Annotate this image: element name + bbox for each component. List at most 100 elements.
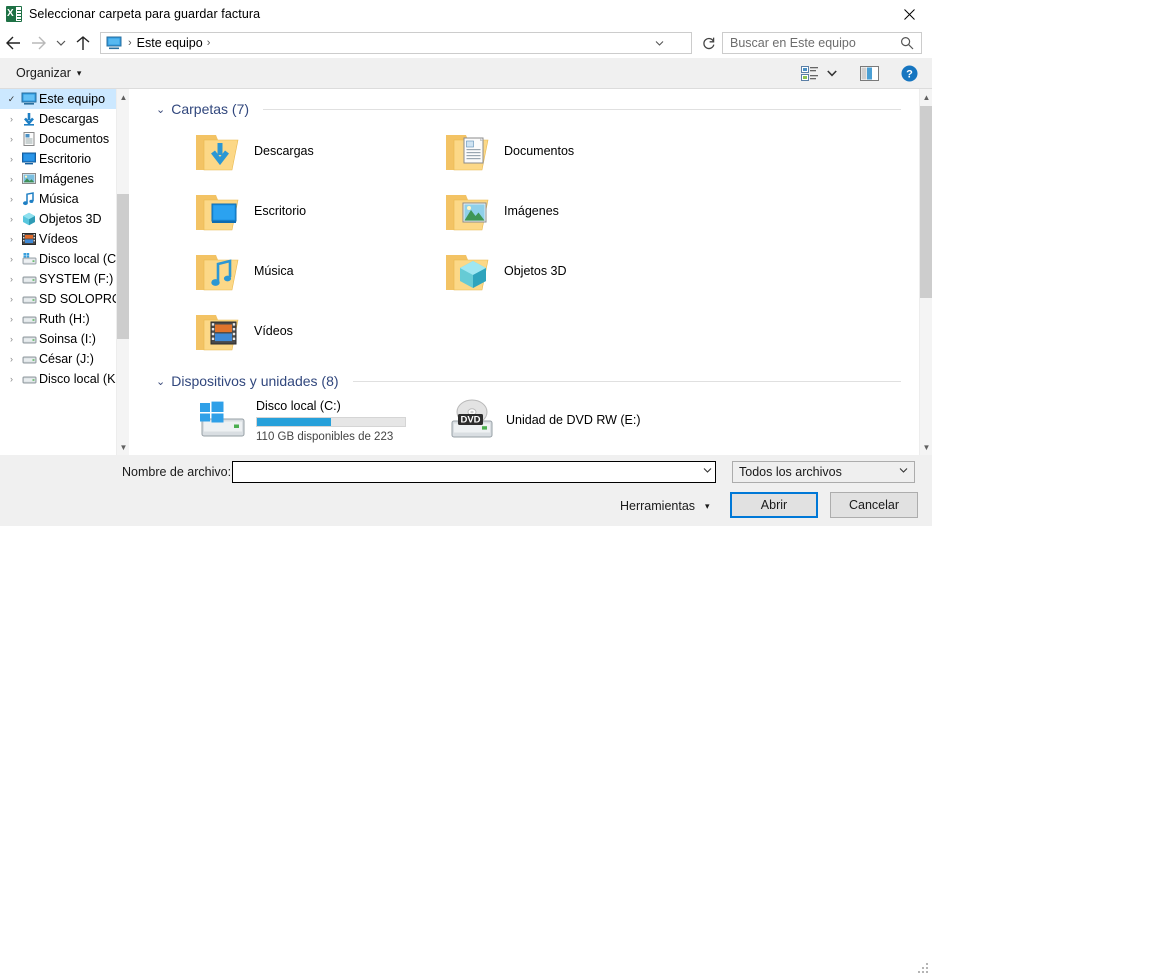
forward-button[interactable] (26, 30, 52, 56)
drive-icon (22, 316, 36, 324)
view-options-button[interactable] (796, 61, 822, 85)
sidebar-item-v-deos[interactable]: › Vídeos (0, 229, 129, 249)
videos-icon (22, 233, 36, 245)
sidebar-item-este-equipo[interactable]: ✓ Este equipo (0, 89, 129, 109)
chevron-right-icon[interactable]: › (4, 114, 19, 124)
drive-icon (22, 356, 36, 364)
folder-item[interactable]: Escritorio (194, 181, 444, 241)
filename-input[interactable] (232, 461, 716, 483)
sidebar-item-objetos-3d[interactable]: › Objetos 3D (0, 209, 129, 229)
drive-icon (22, 336, 36, 344)
dialog-footer: Nombre de archivo: Todos los archivos He… (0, 455, 932, 973)
refresh-button[interactable] (696, 30, 722, 56)
view-options-dropdown[interactable] (824, 61, 840, 85)
sidebar-item-c-sar-j[interactable]: › César (J:) (0, 349, 129, 369)
drive-item[interactable]: DVD Unidad de DVD RW (E:) (444, 393, 694, 455)
chevron-right-icon[interactable]: › (4, 134, 19, 144)
chevron-right-icon[interactable]: › (4, 334, 19, 344)
refresh-icon (703, 37, 715, 50)
folder-item[interactable]: Vídeos (194, 301, 444, 361)
chevron-down-icon (56, 40, 66, 46)
folder-item[interactable]: Música (194, 241, 444, 301)
chevron-right-icon[interactable]: › (4, 374, 19, 384)
chevron-right-icon[interactable]: › (4, 254, 19, 264)
open-label: Abrir (760, 498, 788, 512)
search-input[interactable]: Buscar en Este equipo (730, 36, 856, 50)
file-type-dropdown-button[interactable] (899, 466, 908, 476)
chevron-right-icon[interactable]: › (4, 354, 19, 364)
search-box[interactable]: Buscar en Este equipo (722, 32, 922, 54)
this-pc-icon (106, 36, 122, 50)
breadcrumb-separator-2[interactable]: › (203, 37, 216, 49)
window-title: Seleccionar carpeta para guardar factura (29, 7, 261, 21)
address-dropdown-button[interactable] (651, 33, 667, 53)
list-scrollbar-thumb[interactable] (920, 106, 932, 298)
list-scroll-down-button[interactable]: ▼ (920, 439, 932, 455)
filename-dropdown-button[interactable] (703, 466, 712, 476)
file-type-value: Todos los archivos (739, 465, 842, 479)
sidebar-item-ruth-h[interactable]: › Ruth (H:) (0, 309, 129, 329)
pictures-icon (19, 172, 39, 186)
tree-scroll-down-button[interactable]: ▼ (117, 439, 129, 455)
tree-scroll-up-button[interactable]: ▲ (117, 89, 129, 105)
sidebar-item-label: Descargas (39, 112, 99, 126)
close-button[interactable] (886, 0, 932, 28)
tree-scrollbar[interactable]: ▲ ▼ (116, 89, 129, 455)
chevron-right-icon[interactable]: › (4, 274, 19, 284)
group-header[interactable]: ⌄ Carpetas (7) (156, 101, 901, 117)
navigation-bar: › Este equipo › Buscar en Este equipo (0, 28, 932, 58)
list-scrollbar[interactable]: ▲ ▼ (919, 89, 932, 455)
file-dialog: Seleccionar carpeta para guardar factura (0, 0, 932, 973)
folder-music-icon (194, 248, 244, 294)
tree-scrollbar-thumb[interactable] (117, 194, 129, 339)
chevron-right-icon[interactable]: › (4, 234, 19, 244)
check-icon[interactable]: ✓ (4, 94, 19, 105)
folder-item[interactable]: Documentos (444, 121, 694, 181)
sidebar-item-sd-solopro-g[interactable]: ›SD SOLOPRO (G (0, 289, 129, 309)
drive-name: Unidad de DVD RW (E:) (506, 413, 641, 427)
chevron-down-icon[interactable]: ⌄ (156, 375, 165, 388)
sidebar-item-escritorio[interactable]: › Escritorio (0, 149, 129, 169)
sidebar-item-im-genes[interactable]: › Imágenes (0, 169, 129, 189)
chevron-right-icon[interactable]: › (4, 294, 19, 304)
chevron-right-icon[interactable]: › (4, 174, 19, 184)
folder-item[interactable]: Descargas (194, 121, 444, 181)
folder-3d-icon (446, 255, 489, 291)
sidebar-item-soinsa-i[interactable]: › Soinsa (I:) (0, 329, 129, 349)
preview-pane-button[interactable] (856, 61, 882, 85)
resize-grip[interactable] (918, 963, 930, 975)
organize-button[interactable]: Organizar ▾ (10, 63, 87, 83)
folder-name: Objetos 3D (504, 264, 567, 278)
sidebar-item-label: Disco local (C:) (39, 252, 124, 266)
chevron-down-icon[interactable]: ⌄ (156, 103, 165, 116)
up-button[interactable] (70, 30, 96, 56)
recent-locations-button[interactable] (52, 30, 70, 56)
chevron-right-icon[interactable]: › (4, 214, 19, 224)
sidebar-item-descargas[interactable]: › Descargas (0, 109, 129, 129)
chevron-right-icon[interactable]: › (4, 314, 19, 324)
sidebar-item-m-sica[interactable]: › Música (0, 189, 129, 209)
file-type-filter[interactable]: Todos los archivos (732, 461, 915, 483)
breadcrumb-item-este-equipo[interactable]: Este equipo (137, 36, 203, 50)
folder-item[interactable]: Imágenes (444, 181, 694, 241)
chevron-right-icon[interactable]: › (4, 194, 19, 204)
list-scroll-up-button[interactable]: ▲ (920, 89, 932, 105)
sidebar-item-disco-local-c[interactable]: › Disco local (C:) (0, 249, 129, 269)
sidebar-item-disco-local-k[interactable]: › Disco local (K:) (0, 369, 129, 389)
chevron-right-icon[interactable]: › (4, 154, 19, 164)
drive-item[interactable]: Disco local (C:) 110 GB disponibles de 22… (194, 393, 444, 455)
sidebar-item-system-f[interactable]: › SYSTEM (F:) (0, 269, 129, 289)
item-grid: Descargas Documentos Escritorio Imágenes Mús… (194, 121, 914, 361)
cancel-button[interactable]: Cancelar (830, 492, 918, 518)
open-button[interactable]: Abrir (730, 492, 818, 518)
drive-name: Disco local (C:) (256, 399, 341, 413)
back-button[interactable] (0, 30, 26, 56)
address-bar[interactable]: › Este equipo › (100, 32, 692, 54)
sidebar-item-documentos[interactable]: › Documentos (0, 129, 129, 149)
group-header[interactable]: ⌄ Dispositivos y unidades (8) (156, 373, 901, 389)
tools-button[interactable]: Herramientas ▾ (612, 494, 718, 518)
sidebar-item-label: Este equipo (39, 92, 106, 106)
folder-name: Documentos (504, 144, 575, 158)
folder-item[interactable]: Objetos 3D (444, 241, 694, 301)
help-button[interactable]: ? (896, 61, 922, 85)
